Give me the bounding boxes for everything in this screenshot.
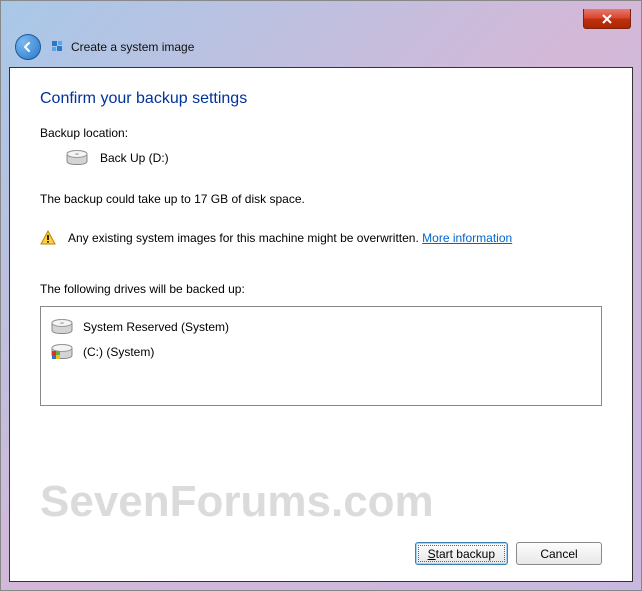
page-heading: Confirm your backup settings (40, 90, 602, 108)
backup-location-row: Back Up (D:) (40, 150, 602, 166)
drives-label: The following drives will be backed up: (40, 282, 602, 296)
close-icon (602, 14, 612, 24)
watermark: SevenForums.com (40, 477, 602, 527)
estimate-text: The backup could take up to 17 GB of dis… (40, 192, 602, 206)
back-arrow-icon (21, 40, 35, 54)
warning-text: Any existing system images for this mach… (68, 231, 512, 245)
backup-location-label: Backup location: (40, 126, 602, 140)
warning-icon (40, 230, 56, 246)
system-drive-icon (51, 343, 73, 361)
drives-listbox: System Reserved (System) (C:) (System) (40, 306, 602, 406)
start-backup-button[interactable]: Start backup (415, 542, 508, 565)
drive-row: (C:) (System) (51, 339, 591, 365)
titlebar (9, 9, 633, 31)
content-area: Confirm your backup settings Backup loca… (9, 67, 633, 582)
warning-row: Any existing system images for this mach… (40, 230, 602, 246)
footer: Start backup Cancel (40, 542, 602, 565)
close-button[interactable] (583, 9, 631, 29)
more-information-link[interactable]: More information (422, 231, 512, 245)
wizard-icon (49, 38, 65, 57)
back-button[interactable] (15, 34, 41, 60)
cancel-button[interactable]: Cancel (516, 542, 602, 565)
drive-label: (C:) (System) (83, 345, 154, 359)
navbar: Create a system image (9, 31, 633, 63)
drive-icon (51, 319, 73, 335)
drive-label: System Reserved (System) (83, 320, 229, 334)
drive-icon (66, 150, 88, 166)
backup-location-value: Back Up (D:) (100, 151, 169, 165)
window-title: Create a system image (71, 40, 194, 54)
drive-row: System Reserved (System) (51, 315, 591, 339)
